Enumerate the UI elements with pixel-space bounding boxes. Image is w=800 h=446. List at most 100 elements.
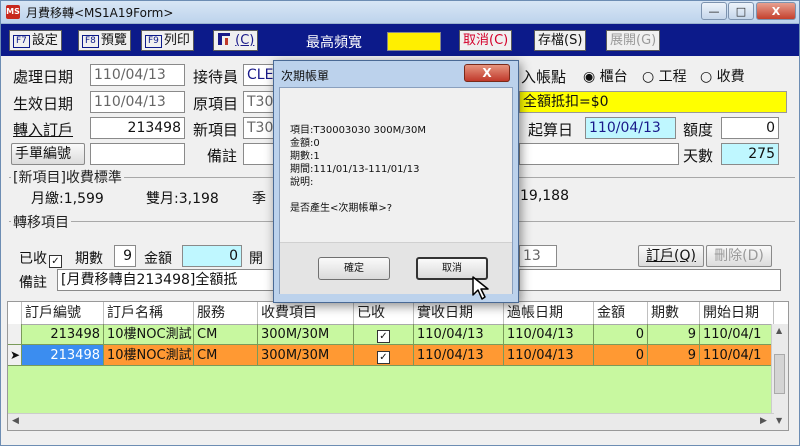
cell-periods: 9 bbox=[648, 324, 700, 345]
table-row[interactable]: ➤ 213498 10樓NOC測試 CM 300M/30M ✓ 110/04/1… bbox=[8, 345, 774, 366]
grid-header-corner bbox=[8, 302, 22, 324]
cell-paid-date: 110/04/13 bbox=[414, 324, 504, 345]
col-header-customer-id[interactable]: 訂戶編號 bbox=[22, 302, 104, 324]
customer-query-button[interactable]: 訂戶(Q) bbox=[638, 245, 704, 267]
grid-horizontal-scrollbar[interactable]: ◀ ▶ bbox=[8, 413, 774, 430]
transfer-remark-field-right[interactable] bbox=[519, 269, 781, 291]
max-bandwidth-field[interactable] bbox=[387, 32, 441, 51]
maximize-button[interactable]: □ bbox=[728, 2, 754, 20]
scroll-up-icon[interactable]: ▲ bbox=[776, 326, 782, 335]
handbill-button[interactable]: 手單編號 bbox=[11, 143, 85, 165]
next-bill-dialog: 次期帳單 X 項目:T30003030 300M/30M 金額:0 期數:1 期… bbox=[273, 60, 519, 303]
transfer-grid: 訂戶編號 訂戶名稱 服務 收費項目 已收 實收日期 過帳日期 金額 期數 開始日… bbox=[7, 301, 789, 431]
table-row[interactable]: 213498 10樓NOC測試 CM 300M/30M ✓ 110/04/13 … bbox=[8, 324, 774, 345]
radio-engineering[interactable]: ○ 工程 bbox=[642, 66, 687, 86]
quota-field[interactable]: 0 bbox=[721, 117, 779, 139]
transfer-customer-label[interactable]: 轉入訂戶 bbox=[13, 119, 73, 140]
effective-date-label: 生效日期 bbox=[13, 95, 74, 113]
periods-field[interactable]: 9 bbox=[114, 245, 136, 267]
remark-field[interactable] bbox=[243, 143, 275, 165]
cell-received[interactable]: ✓ bbox=[354, 324, 414, 345]
preview-label: 預覽 bbox=[100, 33, 127, 48]
print-button[interactable]: F9 列印 bbox=[141, 30, 194, 51]
radio-engineering-label: 工程 bbox=[658, 69, 687, 85]
amount-field[interactable]: 0 bbox=[182, 245, 242, 267]
col-header-received[interactable]: 已收 bbox=[354, 302, 414, 324]
window-title: 月費移轉<MS1A19Form> bbox=[26, 6, 174, 20]
col-header-start-date[interactable]: 開始日期 bbox=[700, 302, 774, 324]
app-icon: MS bbox=[6, 5, 20, 19]
dialog-amount-line: 金額:0 bbox=[290, 138, 320, 149]
new-item-label: 新項目 bbox=[193, 121, 239, 139]
handbill-field[interactable] bbox=[90, 143, 185, 165]
fee-total: 19,188 bbox=[520, 188, 569, 204]
radio-counter[interactable]: ◉ 櫃台 bbox=[583, 66, 628, 86]
cell-received[interactable]: ✓ bbox=[354, 345, 414, 366]
current-row-pointer-icon[interactable]: ➤ bbox=[8, 345, 22, 366]
dialog-spacer bbox=[290, 189, 426, 202]
remark-field-right[interactable] bbox=[519, 143, 679, 165]
scroll-thumb[interactable] bbox=[774, 354, 785, 394]
tool-c-button[interactable]: (C) bbox=[213, 30, 259, 51]
col-header-amount[interactable]: 金額 bbox=[594, 302, 648, 324]
f9-key-label: F9 bbox=[145, 35, 162, 48]
cell-service: CM bbox=[194, 345, 258, 366]
dialog-ok-button[interactable]: 確定 bbox=[318, 257, 390, 280]
row-selector[interactable] bbox=[8, 324, 22, 345]
minimize-button[interactable]: — bbox=[701, 2, 727, 20]
dialog-message: 項目:T30003030 300M/30M 金額:0 期數:1 期間:111/0… bbox=[290, 124, 426, 215]
radio-engineering-dot: ○ bbox=[642, 69, 655, 85]
col-header-periods[interactable]: 期數 bbox=[648, 302, 700, 324]
preview-button[interactable]: F8 預覽 bbox=[78, 30, 131, 51]
operator-field[interactable]: CLE bbox=[243, 64, 275, 86]
days-field[interactable]: 275 bbox=[721, 143, 779, 165]
radio-counter-dot: ◉ bbox=[583, 69, 596, 85]
received-checkbox[interactable]: 已收 ✓ bbox=[19, 248, 62, 268]
process-date-field[interactable]: 110/04/13 bbox=[90, 64, 185, 86]
radio-billing[interactable]: ○ 收費 bbox=[700, 66, 745, 86]
received-check-icon: ✓ bbox=[49, 255, 62, 268]
toolbar: F7 設定 F8 預覽 F9 列印 (C) 最高頻寬 取消(C) 存檔(S) 展開(G… bbox=[1, 24, 799, 56]
expand-button[interactable]: 展開(G) bbox=[606, 30, 661, 51]
new-item-field[interactable]: T30 bbox=[243, 117, 275, 139]
f8-key-label: F8 bbox=[82, 35, 99, 48]
fee-section-title: [新項目]收費標準 bbox=[11, 167, 124, 187]
cell-posted-date: 110/04/13 bbox=[504, 324, 594, 345]
cancel-button[interactable]: 取消(C) bbox=[459, 30, 513, 51]
transfer-remark-label: 備註 bbox=[19, 275, 47, 291]
date-field[interactable]: 13 bbox=[519, 245, 557, 267]
dialog-periods-line: 期數:1 bbox=[290, 151, 320, 162]
close-window-button[interactable]: X bbox=[756, 2, 796, 20]
cell-start-date: 110/04/1 bbox=[700, 345, 774, 366]
periods-label: 期數 bbox=[75, 251, 103, 267]
transfer-remark-field[interactable]: [月費移轉自213498]全額抵 bbox=[57, 269, 277, 291]
received-check-icon: ✓ bbox=[377, 330, 390, 343]
dialog-period-line: 期間:111/01/13-111/01/13 bbox=[290, 164, 420, 175]
quota-label: 額度 bbox=[683, 121, 714, 139]
amount-label: 金額 bbox=[144, 251, 172, 267]
col-header-service[interactable]: 服務 bbox=[194, 302, 258, 324]
delete-button[interactable]: 刪除(D) bbox=[706, 245, 772, 267]
scroll-down-icon[interactable]: ▼ bbox=[776, 416, 782, 425]
cell-service: CM bbox=[194, 324, 258, 345]
effective-date-field[interactable]: 110/04/13 bbox=[90, 91, 185, 113]
dialog-close-button[interactable]: X bbox=[464, 64, 510, 82]
cell-item: 300M/30M bbox=[258, 324, 354, 345]
orig-item-field[interactable]: T30 bbox=[243, 91, 275, 113]
col-header-posted-date[interactable]: 過帳日期 bbox=[504, 302, 594, 324]
save-button[interactable]: 存檔(S) bbox=[534, 30, 587, 51]
cell-customer-name: 10樓NOC測試 bbox=[104, 345, 194, 366]
calc-date-field[interactable]: 110/04/13 bbox=[585, 117, 676, 139]
scroll-left-icon[interactable]: ◀ bbox=[12, 416, 19, 426]
f7-key-label: F7 bbox=[13, 35, 30, 48]
calc-date-label: 起算日 bbox=[528, 121, 574, 139]
col-header-customer-name[interactable]: 訂戶名稱 bbox=[104, 302, 194, 324]
transfer-customer-field[interactable]: 213498 bbox=[90, 117, 185, 139]
max-bandwidth-label: 最高頻寬 bbox=[306, 35, 362, 51]
col-header-paid-date[interactable]: 實收日期 bbox=[414, 302, 504, 324]
col-header-item[interactable]: 收費項目 bbox=[258, 302, 354, 324]
setup-button[interactable]: F7 設定 bbox=[9, 30, 62, 51]
scroll-right-icon[interactable]: ▶ bbox=[760, 416, 767, 426]
cell-periods: 9 bbox=[648, 345, 700, 366]
fee-monthly: 月繳:1,599 bbox=[31, 191, 104, 207]
